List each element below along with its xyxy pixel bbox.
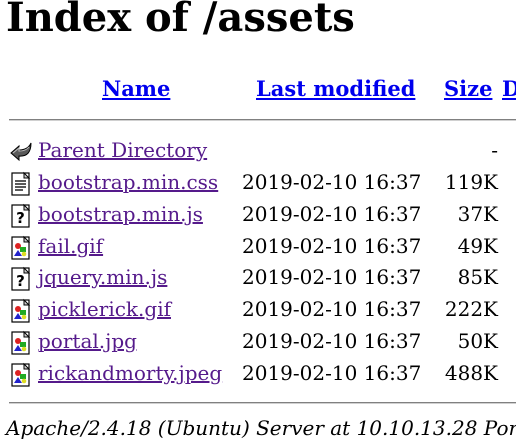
file-row: bootstrap.min.css 2019-02-10 16:37 119K (0, 165, 516, 197)
text-file-icon (11, 171, 31, 196)
file-link[interactable]: rickandmorty.jpeg (38, 360, 222, 386)
file-link[interactable]: picklerick.gif (38, 296, 171, 322)
file-last-modified: 2019-02-10 16:37 (242, 360, 422, 385)
column-header-size: Size (444, 76, 492, 102)
file-row: picklerick.gif 2019-02-10 16:37 222K (0, 292, 516, 324)
file-size: 37K (457, 201, 498, 226)
page-title: Index of /assets (6, 0, 355, 41)
file-row: portal.jpg 2019-02-10 16:37 50K (0, 324, 516, 356)
file-link[interactable]: portal.jpg (38, 328, 137, 354)
file-size: 85K (457, 265, 498, 290)
svg-text:?: ? (16, 209, 25, 227)
unknown-file-icon: ? (11, 203, 31, 228)
file-link[interactable]: bootstrap.min.css (38, 169, 218, 195)
file-size: - (491, 138, 498, 162)
sort-by-description-link[interactable]: Description (502, 76, 516, 101)
file-link[interactable]: jquery.min.js (38, 264, 167, 290)
file-last-modified: 2019-02-10 16:37 (242, 170, 422, 194)
footer-divider (9, 402, 516, 404)
server-signature: Apache/2.4.18 (Ubuntu) Server at 10.10.1… (6, 416, 516, 439)
sort-by-last-modified-link[interactable]: Last modified (256, 76, 415, 101)
file-last-modified: 2019-02-10 16:37 (242, 329, 422, 353)
file-last-modified: 2019-02-10 16:37 (242, 201, 422, 226)
column-header-description: Description (502, 76, 516, 102)
column-header-last-modified: Last modified (256, 76, 415, 102)
file-last-modified: 2019-02-10 16:37 (242, 265, 422, 290)
file-row: rickandmorty.jpeg 2019-02-10 16:37 488K (0, 356, 516, 388)
file-row: fail.gif 2019-02-10 16:37 49K (0, 229, 516, 261)
file-row: ? jquery.min.js 2019-02-10 16:37 85K (0, 260, 516, 292)
image-file-icon (11, 330, 31, 355)
parent-directory-row: Parent Directory - (0, 133, 516, 165)
file-row: ? bootstrap.min.js 2019-02-10 16:37 37K (0, 197, 516, 229)
sort-by-size-link[interactable]: Size (444, 76, 492, 101)
directory-listing-page: Index of /assets Name Last modified Size… (0, 0, 516, 439)
unknown-file-icon: ? (11, 267, 31, 291)
file-link[interactable]: fail.gif (38, 233, 103, 259)
file-size: 222K (444, 297, 498, 322)
column-header-name: Name (102, 76, 170, 102)
file-last-modified: 2019-02-10 16:37 (242, 297, 422, 322)
file-size: 488K (444, 360, 498, 385)
image-file-icon (11, 298, 31, 323)
file-size: 119K (444, 170, 498, 194)
parent-directory-link[interactable]: Parent Directory (38, 137, 207, 163)
image-file-icon (11, 362, 31, 387)
file-size: 49K (457, 233, 498, 258)
back-icon (10, 142, 32, 162)
file-last-modified: 2019-02-10 16:37 (242, 233, 422, 258)
image-file-icon (11, 235, 31, 260)
header-divider (9, 119, 516, 121)
file-size: 50K (457, 329, 498, 353)
svg-text:?: ? (16, 272, 25, 290)
file-link[interactable]: bootstrap.min.js (38, 201, 203, 227)
sort-by-name-link[interactable]: Name (102, 76, 170, 101)
